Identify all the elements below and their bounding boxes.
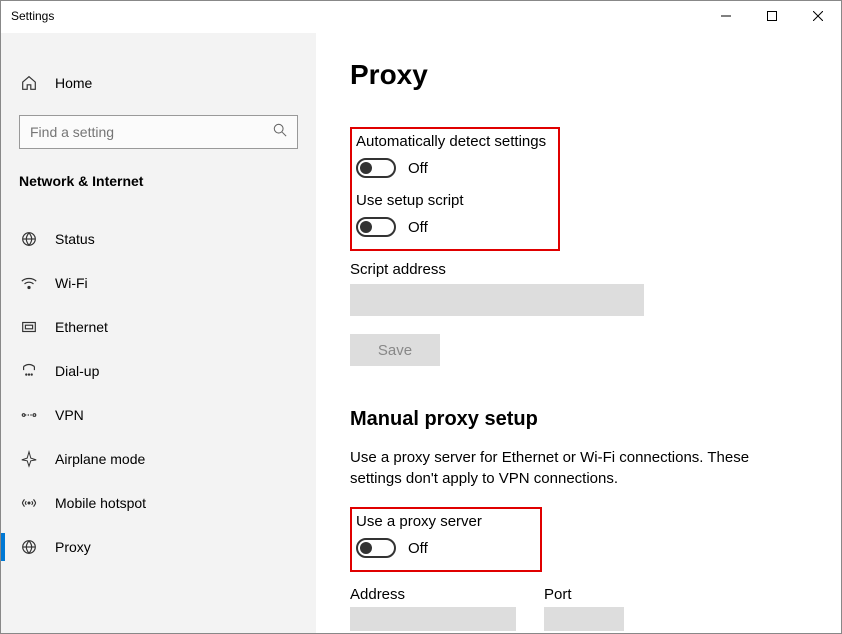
setup-script-label: Use setup script (356, 192, 548, 209)
wifi-icon (19, 274, 39, 292)
sidebar-item-hotspot[interactable]: Mobile hotspot (1, 481, 316, 525)
maximize-button[interactable] (749, 1, 795, 31)
sidebar-item-label: Status (55, 231, 95, 247)
sidebar-item-label: Dial-up (55, 363, 99, 379)
auto-detect-label: Automatically detect settings (356, 133, 548, 150)
home-nav[interactable]: Home (1, 63, 316, 103)
highlight-manual-section: Use a proxy server Off (350, 507, 542, 572)
setup-script-toggle[interactable] (356, 217, 396, 237)
status-icon (19, 230, 39, 248)
manual-section-desc: Use a proxy server for Ethernet or Wi-Fi… (350, 447, 770, 489)
home-label: Home (55, 75, 92, 91)
setup-script-state: Off (408, 219, 428, 236)
close-button[interactable] (795, 1, 841, 31)
port-label: Port (544, 586, 624, 603)
ethernet-icon (19, 318, 39, 336)
sidebar-item-label: VPN (55, 407, 84, 423)
save-button[interactable]: Save (350, 334, 440, 366)
home-icon (19, 74, 39, 92)
main-content: Proxy Automatically detect settings Off … (316, 33, 841, 633)
port-input[interactable] (544, 607, 624, 631)
sidebar-item-dialup[interactable]: Dial-up (1, 349, 316, 393)
manual-section-title: Manual proxy setup (350, 408, 801, 431)
sidebar-item-label: Airplane mode (55, 451, 145, 467)
address-label: Address (350, 586, 516, 603)
minimize-button[interactable] (703, 1, 749, 31)
use-proxy-toggle[interactable] (356, 538, 396, 558)
address-input[interactable] (350, 607, 516, 631)
window-title: Settings (11, 1, 54, 23)
sidebar-item-proxy[interactable]: Proxy (1, 525, 316, 569)
vpn-icon (19, 406, 39, 424)
search-input[interactable] (19, 115, 298, 149)
use-proxy-state: Off (408, 540, 428, 557)
page-title: Proxy (350, 59, 801, 91)
sidebar-item-label: Wi-Fi (55, 275, 88, 291)
dialup-icon (19, 362, 39, 380)
sidebar-item-status[interactable]: Status (1, 217, 316, 261)
sidebar-item-label: Proxy (55, 539, 91, 555)
script-address-input[interactable] (350, 284, 644, 316)
script-address-label: Script address (350, 261, 801, 278)
proxy-icon (19, 538, 39, 556)
sidebar-item-vpn[interactable]: VPN (1, 393, 316, 437)
titlebar: Settings (1, 1, 841, 33)
category-header: Network & Internet (1, 149, 316, 199)
sidebar-item-wifi[interactable]: Wi-Fi (1, 261, 316, 305)
sidebar-item-airplane[interactable]: Airplane mode (1, 437, 316, 481)
highlight-auto-section: Automatically detect settings Off Use se… (350, 127, 560, 251)
auto-detect-toggle[interactable] (356, 158, 396, 178)
search-field[interactable] (30, 124, 273, 140)
search-icon (273, 123, 287, 142)
sidebar-item-label: Ethernet (55, 319, 108, 335)
airplane-icon (19, 450, 39, 468)
auto-detect-state: Off (408, 160, 428, 177)
hotspot-icon (19, 494, 39, 512)
sidebar-item-ethernet[interactable]: Ethernet (1, 305, 316, 349)
sidebar: Home Network & Internet Status Wi-Fi Eth… (1, 33, 316, 633)
sidebar-item-label: Mobile hotspot (55, 495, 146, 511)
use-proxy-label: Use a proxy server (356, 513, 530, 530)
